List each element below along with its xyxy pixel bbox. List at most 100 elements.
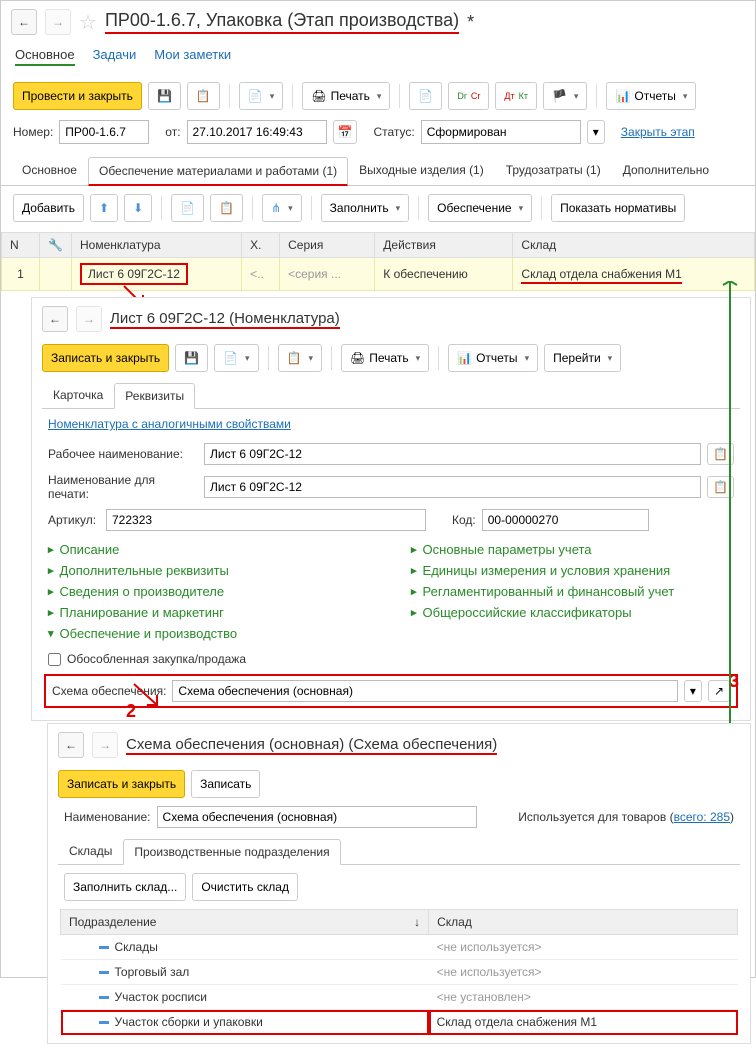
up-button[interactable]: ⬆ bbox=[90, 194, 118, 222]
similar-link[interactable]: Номенклатура с аналогичными свойствами bbox=[48, 417, 291, 431]
annotation-3: 3 bbox=[729, 671, 739, 692]
add-button[interactable]: Добавить bbox=[13, 194, 84, 222]
print-name-field[interactable] bbox=[204, 476, 701, 498]
inset1-reports[interactable]: 📊 Отчеты bbox=[448, 344, 538, 372]
sec-desc[interactable]: ▸Описание bbox=[48, 539, 371, 560]
col-nomen[interactable]: Номенклатура bbox=[72, 233, 242, 258]
scheme-open[interactable]: ↗ bbox=[708, 680, 730, 702]
scheme-label: Схема обеспечения: bbox=[52, 684, 166, 698]
clear-wh-button[interactable]: Очистить склад bbox=[192, 873, 298, 901]
dept-row[interactable]: Участок росписи<не установлен> bbox=[61, 985, 738, 1010]
sec-params[interactable]: ▸Основные параметры учета bbox=[411, 539, 734, 560]
isolated-checkbox[interactable] bbox=[48, 653, 61, 666]
subnav-main[interactable]: Основное bbox=[15, 47, 75, 66]
copy-dropdown[interactable]: 📄 bbox=[239, 82, 283, 110]
subnav-tasks[interactable]: Задачи bbox=[93, 47, 137, 66]
save-button[interactable]: 💾 bbox=[148, 82, 181, 110]
node-icon bbox=[99, 996, 109, 999]
sec-units[interactable]: ▸Единицы измерения и условия хранения bbox=[411, 560, 734, 581]
tab-labor[interactable]: Трудозатраты (1) bbox=[495, 156, 612, 185]
article-field[interactable] bbox=[106, 509, 426, 531]
inset2-save[interactable]: Записать bbox=[191, 770, 260, 798]
col-dept[interactable]: Подразделение↓ bbox=[61, 910, 429, 935]
inset2-save-close[interactable]: Записать и закрыть bbox=[58, 770, 185, 798]
show-norms-button[interactable]: Показать нормативы bbox=[551, 194, 685, 222]
inset2-name-field[interactable] bbox=[157, 806, 477, 828]
used-for-link[interactable]: всего: 285 bbox=[674, 810, 730, 824]
dept-row[interactable]: Склады<не используется> bbox=[61, 935, 738, 960]
forward-button[interactable]: → bbox=[45, 9, 71, 35]
inset1-list[interactable]: 📋 bbox=[278, 344, 322, 372]
sec-finance[interactable]: ▸Регламентированный и финансовый учет bbox=[411, 581, 734, 602]
post-close-button[interactable]: Провести и закрыть bbox=[13, 82, 142, 110]
inset1-print[interactable]: 🖨 Печать bbox=[341, 344, 429, 372]
inset2-tab-wh[interactable]: Склады bbox=[58, 838, 123, 864]
sec-addprops[interactable]: ▸Дополнительные реквизиты bbox=[48, 560, 371, 581]
print-name-pick[interactable]: 📋 bbox=[707, 476, 734, 498]
work-name-field[interactable] bbox=[204, 443, 701, 465]
col-x[interactable]: Х. bbox=[242, 233, 280, 258]
down-button[interactable]: ⬇ bbox=[124, 194, 152, 222]
tab-extra[interactable]: Дополнительно bbox=[612, 156, 720, 185]
dept-row-highlighted[interactable]: Участок сборки и упаковкиСклад отдела сн… bbox=[61, 1010, 738, 1035]
tab-main[interactable]: Основное bbox=[11, 156, 88, 185]
copy-line-button[interactable]: 📄 bbox=[171, 194, 204, 222]
reports-dropdown[interactable]: 📊 Отчеты bbox=[606, 82, 696, 110]
inset1-goto[interactable]: Перейти bbox=[544, 344, 621, 372]
share-dropdown[interactable]: ⋔ bbox=[262, 194, 302, 222]
inset2-back[interactable]: ← bbox=[58, 732, 84, 758]
inset2-name-label: Наименование: bbox=[64, 810, 151, 824]
doc1-button[interactable]: 📄 bbox=[409, 82, 442, 110]
col-wh2[interactable]: Склад bbox=[429, 910, 738, 935]
work-name-pick[interactable]: 📋 bbox=[707, 443, 734, 465]
paste-line-button[interactable]: 📋 bbox=[210, 194, 243, 222]
number-field[interactable] bbox=[59, 120, 149, 144]
status-field[interactable] bbox=[421, 120, 581, 144]
close-stage-link[interactable]: Закрыть этап bbox=[621, 125, 695, 139]
sec-supply[interactable]: ▾Обеспечение и производство bbox=[48, 623, 371, 644]
code-field[interactable] bbox=[482, 509, 649, 531]
back-button[interactable]: ← bbox=[11, 9, 37, 35]
inset1-doc[interactable]: 📄 bbox=[214, 344, 258, 372]
dt-button[interactable]: DrCr bbox=[448, 82, 489, 110]
subnav-notes[interactable]: Мои заметки bbox=[154, 47, 231, 66]
sec-class[interactable]: ▸Общероссийские классификаторы bbox=[411, 602, 734, 623]
scheme-dd[interactable]: ▾ bbox=[684, 680, 702, 702]
fill-wh-button[interactable]: Заполнить склад... bbox=[64, 873, 186, 901]
inset1-save-close[interactable]: Записать и закрыть bbox=[42, 344, 169, 372]
dept-table: Подразделение↓ Склад Склады<не используе… bbox=[60, 909, 738, 1035]
col-icon[interactable]: 🔧 bbox=[40, 233, 72, 258]
inset2-fwd[interactable]: → bbox=[92, 732, 118, 758]
inset1-fwd[interactable]: → bbox=[76, 306, 102, 332]
sec-manuf[interactable]: ▸Сведения о производителе bbox=[48, 581, 371, 602]
scheme-field[interactable] bbox=[172, 680, 677, 702]
inset2-tab-prod[interactable]: Производственные подразделения bbox=[123, 839, 340, 865]
col-warehouse[interactable]: Склад bbox=[513, 233, 755, 258]
used-for-text: Используется для товаров (всего: 285) bbox=[518, 810, 734, 824]
tab-output[interactable]: Выходные изделия (1) bbox=[348, 156, 495, 185]
flag-dropdown[interactable]: 🏴 bbox=[543, 82, 587, 110]
col-n[interactable]: N bbox=[2, 233, 40, 258]
status-dd[interactable]: ▾ bbox=[587, 120, 605, 144]
inset1-back[interactable]: ← bbox=[42, 306, 68, 332]
calendar-button[interactable]: 📅 bbox=[333, 120, 358, 144]
inset1-tab-props[interactable]: Реквизиты bbox=[114, 383, 195, 409]
favorite-star-icon[interactable]: ☆ bbox=[79, 10, 97, 35]
sec-plan[interactable]: ▸Планирование и маркетинг bbox=[48, 602, 371, 623]
node-icon bbox=[99, 971, 109, 974]
at-button[interactable]: ДтКт bbox=[495, 82, 537, 110]
col-series[interactable]: Серия bbox=[280, 233, 375, 258]
dept-row[interactable]: Торговый зал<не используется> bbox=[61, 960, 738, 985]
date-field[interactable] bbox=[187, 120, 327, 144]
inset1-save[interactable]: 💾 bbox=[175, 344, 208, 372]
supply-dropdown[interactable]: Обеспечение bbox=[428, 194, 532, 222]
table-row[interactable]: 1 Лист 6 09Г2С-12 <.. <серия ... К обесп… bbox=[2, 258, 755, 291]
inset1-tab-card[interactable]: Карточка bbox=[42, 382, 114, 408]
status-label: Статус: bbox=[373, 125, 414, 139]
print-dropdown[interactable]: 🖨 Печать bbox=[302, 82, 390, 110]
fill-dropdown[interactable]: Заполнить bbox=[321, 194, 409, 222]
inset2-title: Схема обеспечения (основная) (Схема обес… bbox=[126, 736, 497, 755]
tab-materials[interactable]: Обеспечение материалами и работами (1) bbox=[88, 157, 348, 186]
col-actions[interactable]: Действия bbox=[375, 233, 513, 258]
post-button[interactable]: 📋 bbox=[187, 82, 220, 110]
